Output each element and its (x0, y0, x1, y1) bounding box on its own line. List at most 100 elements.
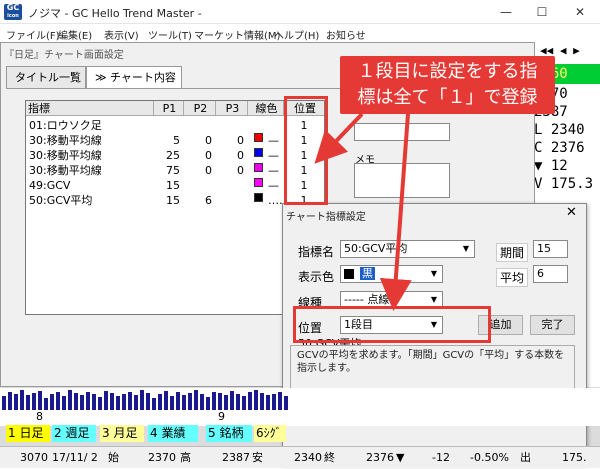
cell-p2: 0 (205, 164, 212, 177)
cell-p2: 6 (205, 194, 212, 207)
volume-bar (170, 396, 174, 410)
memo-input[interactable] (354, 163, 450, 198)
indicator-dialog-title: チャート指標設定 (286, 212, 366, 223)
cell-name: 30:移動平均線 (29, 149, 102, 162)
col-header-indicator[interactable]: 指標 (26, 101, 154, 116)
period-input[interactable]: 15 (533, 240, 568, 258)
col-header-p3[interactable]: P3 (216, 101, 248, 116)
price-change: ▼ 12 (534, 158, 568, 174)
volume-bar (194, 390, 198, 410)
tab-signal[interactable]: 6ｼｸﾞ (254, 425, 286, 442)
status-date: 17/11/ 2 (52, 451, 98, 464)
volume-bar (38, 391, 42, 410)
menu-market-info[interactable]: マーケット情報(M) (194, 27, 280, 42)
average-input[interactable]: 6 (533, 265, 568, 283)
volume-bar (98, 397, 102, 410)
status-close-label: 終 (324, 451, 335, 464)
title-input[interactable] (354, 123, 450, 141)
volume-bar (218, 393, 222, 410)
indicator-name-select[interactable]: 50:GCV平均 ▼ (340, 240, 475, 258)
price-volume: V 175.3 (534, 176, 594, 192)
volume-bar (182, 395, 186, 410)
cell-name: 01:ロウソク足 (29, 119, 102, 132)
close-button[interactable]: ✕ (562, 0, 598, 24)
table-row[interactable]: 30:移動平均線 25 0 0—1 (26, 148, 324, 163)
average-label: 平均 (496, 268, 529, 287)
chevron-down-icon: ▼ (462, 244, 470, 253)
status-high: 2387 (222, 451, 250, 464)
menu-file[interactable]: ファイル(F) (6, 27, 60, 42)
color-swatch (344, 269, 354, 279)
tab-chart-content[interactable]: ≫ チャート内容 (86, 66, 182, 88)
volume-bar (56, 392, 60, 410)
volume-bar (2, 396, 6, 410)
color-swatch (254, 148, 263, 157)
color-select[interactable]: 黒 ▼ (340, 265, 443, 283)
status-arrow-icon: ▼ (396, 451, 405, 464)
tab-earnings[interactable]: 4 業績 (148, 425, 198, 442)
volume-bar (224, 395, 228, 410)
dialog-close-button[interactable]: ✕ (566, 205, 577, 220)
volume-bar (248, 392, 252, 410)
cell-p3: 0 (237, 164, 244, 177)
volume-bar (8, 392, 12, 410)
volume-bar (122, 394, 126, 410)
cell-p3: 0 (237, 134, 244, 147)
period-label: 期間 (496, 243, 529, 262)
app-logo: GC icon (4, 4, 22, 20)
cell-line: — (268, 179, 279, 192)
volume-bar (176, 392, 180, 410)
highlight-position-field (293, 306, 491, 343)
time-axis: 8 9 (0, 410, 600, 426)
volume-bar (152, 398, 156, 410)
cell-p2: 0 (205, 149, 212, 162)
color-swatch (254, 163, 263, 172)
tab-weekly[interactable]: 2 週足 (52, 425, 96, 442)
cell-p1: 5 (173, 134, 180, 147)
table-row[interactable]: 01:ロウソク足 1 (26, 118, 324, 133)
color-label: 表示色 (298, 270, 335, 284)
status-open: 2370 (148, 451, 176, 464)
volume-bar (158, 394, 162, 410)
menu-tools[interactable]: ツール(T) (148, 27, 192, 42)
done-button[interactable]: 完了 (530, 315, 575, 335)
volume-bar (128, 392, 132, 410)
status-low-label: 安 (252, 451, 263, 464)
table-row[interactable]: 30:移動平均線 75 0 0—1 (26, 163, 324, 178)
tab-title-list[interactable]: タイトル一覧 (6, 66, 86, 88)
volume-bar (134, 395, 138, 410)
menu-news[interactable]: お知らせ (326, 27, 366, 42)
menu-bar: ファイル(F) 編集(E) 表示(V) ツール(T) マーケット情報(M) ヘル… (0, 24, 600, 42)
volume-bar (80, 395, 84, 410)
color-swatch (254, 178, 263, 187)
maximize-button[interactable]: ☐ (524, 0, 560, 24)
menu-help[interactable]: ヘルプ(H) (274, 27, 319, 42)
price-close: C 2376 (534, 140, 585, 156)
cell-name: 30:移動平均線 (29, 134, 102, 147)
volume-bar (104, 391, 108, 410)
status-close: 2376 (366, 451, 394, 464)
table-row[interactable]: 49:GCV 15—1 (26, 178, 324, 193)
table-row[interactable]: 50:GCV平均 15 6…… 1 (26, 193, 324, 208)
volume-bar (164, 391, 168, 410)
tab-daily[interactable]: 1 日足 (6, 425, 50, 442)
volume-bar (200, 394, 204, 410)
chevron-down-icon: ▼ (430, 269, 438, 278)
tab-stocks[interactable]: 5 銘柄 (206, 425, 252, 442)
table-row[interactable]: 30:移動平均線 5 0 0—1 (26, 133, 324, 148)
axis-label-8: 8 (36, 410, 43, 423)
tab-monthly[interactable]: 3 月足 (100, 425, 144, 442)
volume-bar (284, 396, 288, 410)
col-header-p2[interactable]: P2 (184, 101, 216, 116)
minimize-button[interactable]: — (488, 0, 524, 24)
col-header-color[interactable]: 線色 (248, 101, 284, 116)
annotation-callout: １段目に設定をする指 標は全て「１」で登録 (340, 56, 555, 114)
status-high-label: 高 (180, 451, 191, 464)
menu-edit[interactable]: 編集(E) (58, 27, 92, 42)
indicator-name-value: 50:GCV平均 (344, 242, 408, 255)
col-header-p1[interactable]: P1 (154, 101, 184, 116)
cell-line: — (268, 134, 279, 147)
color-value: 黒 (360, 267, 375, 280)
menu-view[interactable]: 表示(V) (104, 27, 139, 42)
highlight-position-column (284, 96, 328, 205)
